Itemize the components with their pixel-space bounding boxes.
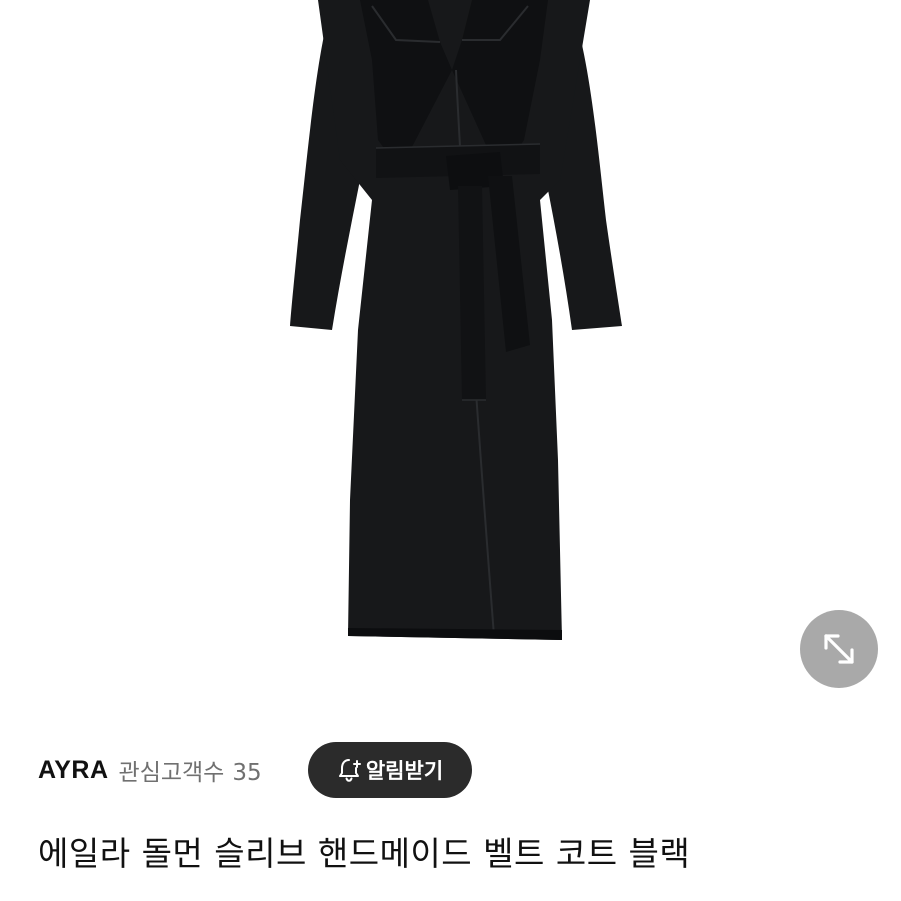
product-image-coat	[290, 0, 622, 640]
product-image-area[interactable]	[0, 0, 901, 712]
notify-button[interactable]: 알림받기	[308, 742, 472, 798]
product-title: 에일라 돌먼 슬리브 핸드메이드 벨트 코트 블랙	[38, 834, 691, 873]
expand-image-button[interactable]	[800, 610, 878, 688]
bell-plus-icon	[338, 759, 361, 782]
seller-info: AYRA 관심고객수 35	[38, 742, 262, 798]
notify-button-label: 알림받기	[365, 759, 444, 783]
expand-arrows-icon	[824, 634, 854, 664]
followers-label: 관심고객수	[118, 760, 225, 786]
followers-count: 35	[232, 760, 262, 786]
followers-info: 관심고객수 35	[119, 753, 262, 787]
seller-name[interactable]: AYRA	[38, 756, 109, 785]
